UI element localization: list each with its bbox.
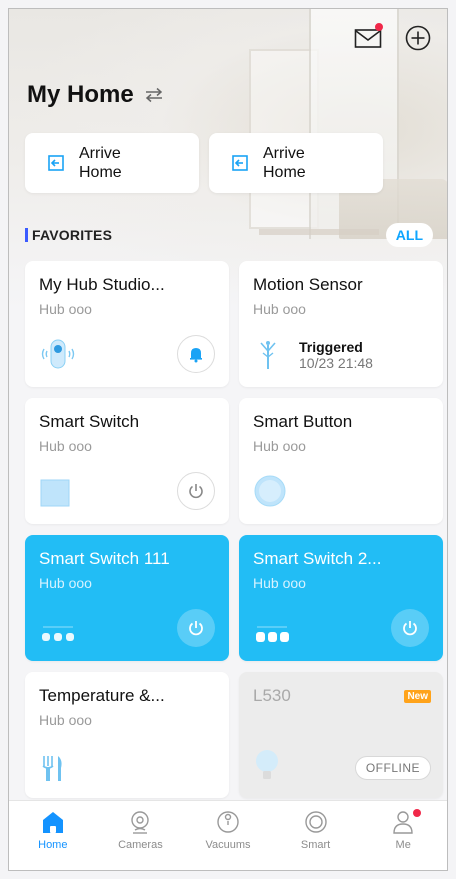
temperature-sensor-icon — [42, 756, 62, 781]
camera-icon — [131, 811, 150, 834]
power-icon — [189, 621, 203, 636]
vacuum-icon — [217, 811, 239, 833]
multi-switch-icon — [42, 626, 74, 641]
scene-label-line2: Home — [79, 164, 122, 181]
top-actions — [353, 23, 433, 53]
device-card-temperature[interactable]: Temperature &... Hub ooo — [25, 672, 229, 798]
plus-circle-icon — [405, 25, 431, 51]
hub-device-icon — [41, 339, 75, 369]
tab-label: Smart — [300, 839, 331, 851]
scene-label-line2: Home — [263, 164, 306, 181]
notification-dot — [375, 23, 383, 31]
device-sub: Hub ooo — [253, 575, 306, 591]
scene-label-line1: Arrive — [263, 145, 305, 162]
scene-row: Arrive Home Arrive Home — [25, 133, 383, 193]
device-card-motion-sensor[interactable]: Motion Sensor Hub ooo Triggered 10/23 21… — [239, 261, 443, 387]
scene-label: Arrive Home — [263, 144, 306, 182]
device-name: Motion Sensor — [253, 275, 363, 294]
device-card-smart-switch[interactable]: Smart Switch Hub ooo — [25, 398, 229, 524]
device-sub: Hub ooo — [253, 301, 306, 317]
bottom-tab-bar: Home Cameras Vacuums Smart Me — [9, 800, 447, 870]
scene-arrive-home-2[interactable]: Arrive Home — [209, 133, 383, 193]
power-button[interactable] — [391, 609, 429, 647]
app-frame: My Home Arrive Home Arrive Home FAVORITE… — [8, 8, 448, 871]
favorites-accent-bar — [25, 228, 28, 242]
tab-me[interactable]: Me — [363, 809, 443, 851]
device-sub: Hub ooo — [253, 438, 306, 454]
switch-device-icon — [40, 479, 70, 507]
device-sub: Hub ooo — [39, 438, 92, 454]
smart-icon — [304, 811, 327, 833]
power-button[interactable] — [177, 609, 215, 647]
device-sub: Hub ooo — [39, 575, 92, 591]
tab-smart[interactable]: Smart — [276, 809, 356, 851]
motion-status-label: Triggered — [299, 339, 363, 355]
device-name: Smart Switch 2... — [253, 549, 382, 568]
device-card-hub[interactable]: My Hub Studio... Hub ooo — [25, 261, 229, 387]
device-name: Smart Button — [253, 412, 353, 431]
tab-label: Vacuums — [205, 839, 251, 851]
favorites-title: FAVORITES — [25, 227, 112, 243]
switch-arrows-icon — [145, 87, 162, 103]
device-sub: Hub ooo — [39, 712, 92, 728]
new-badge: New — [404, 690, 431, 703]
alarm-button[interactable] — [177, 335, 215, 373]
button-device-icon — [254, 475, 286, 507]
power-icon — [403, 621, 417, 636]
device-card-smart-switch-111[interactable]: Smart Switch 111 Hub ooo — [25, 535, 229, 661]
device-name: My Hub Studio... — [39, 275, 165, 294]
power-button[interactable] — [177, 472, 215, 510]
arrive-home-icon — [232, 155, 248, 171]
device-card-smart-switch-2[interactable]: Smart Switch 2... Hub ooo — [239, 535, 443, 661]
device-card-smart-button[interactable]: Smart Button Hub ooo — [239, 398, 443, 524]
home-selector[interactable]: My Home — [27, 81, 164, 109]
tab-cameras[interactable]: Cameras — [100, 809, 180, 851]
motion-status-time: 10/23 21:48 — [299, 355, 373, 371]
motion-status: Triggered 10/23 21:48 — [299, 339, 373, 371]
scene-label-line1: Arrive — [79, 145, 121, 162]
multi-switch-icon — [256, 626, 289, 642]
all-button[interactable]: ALL — [385, 223, 433, 247]
tab-label: Cameras — [118, 839, 163, 851]
favorites-header: FAVORITES ALL — [25, 223, 433, 247]
bell-icon — [190, 348, 202, 363]
device-name: L530 — [253, 686, 291, 705]
tab-vacuums[interactable]: Vacuums — [188, 809, 268, 851]
device-card-l530[interactable]: L530 New OFFLINE — [239, 672, 443, 798]
device-name: Smart Switch 111 — [39, 549, 170, 568]
tab-home[interactable]: Home — [13, 809, 93, 851]
add-button[interactable] — [403, 23, 433, 53]
favorites-title-text: FAVORITES — [32, 227, 113, 243]
home-name: My Home — [27, 81, 134, 108]
favorites-grid: My Hub Studio... Hub ooo Motion Sensor H… — [25, 261, 443, 798]
home-icon — [42, 812, 63, 833]
tab-label: Me — [395, 839, 411, 851]
bulb-icon — [256, 750, 278, 779]
messages-button[interactable] — [353, 23, 383, 53]
device-sub: Hub ooo — [39, 301, 92, 317]
power-icon — [189, 484, 203, 499]
scene-label: Arrive Home — [79, 144, 122, 182]
offline-status: OFFLINE — [354, 756, 431, 780]
tab-label: Home — [38, 839, 68, 851]
device-name: Temperature &... — [39, 686, 165, 705]
scene-arrive-home[interactable]: Arrive Home — [25, 133, 199, 193]
device-name: Smart Switch — [39, 412, 140, 431]
notification-dot — [413, 809, 422, 817]
motion-sensor-icon — [260, 341, 276, 369]
arrive-home-icon — [48, 155, 64, 171]
